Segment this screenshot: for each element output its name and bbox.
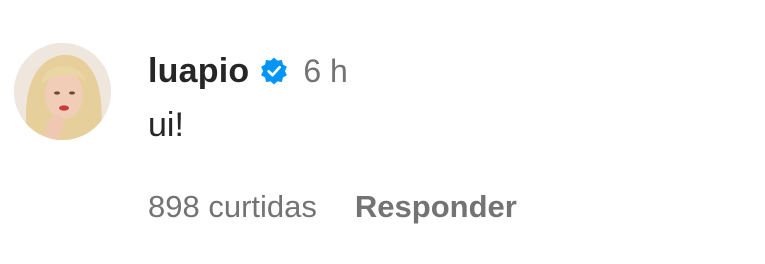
comment-actions: 898 curtidas Responder	[148, 184, 517, 230]
avatar[interactable]	[14, 43, 111, 140]
comment-text: ui!	[148, 106, 184, 144]
comment-header: luapio 6 h	[148, 46, 348, 96]
reply-button[interactable]: Responder	[355, 189, 517, 225]
username[interactable]: luapio	[148, 52, 249, 91]
likes-count[interactable]: 898 curtidas	[148, 189, 317, 225]
verified-badge-icon	[259, 56, 289, 86]
comment-time[interactable]: 6 h	[303, 53, 347, 90]
avatar-photo	[14, 43, 111, 140]
comment: luapio 6 h ui! 898 curtidas Responder	[0, 0, 765, 264]
